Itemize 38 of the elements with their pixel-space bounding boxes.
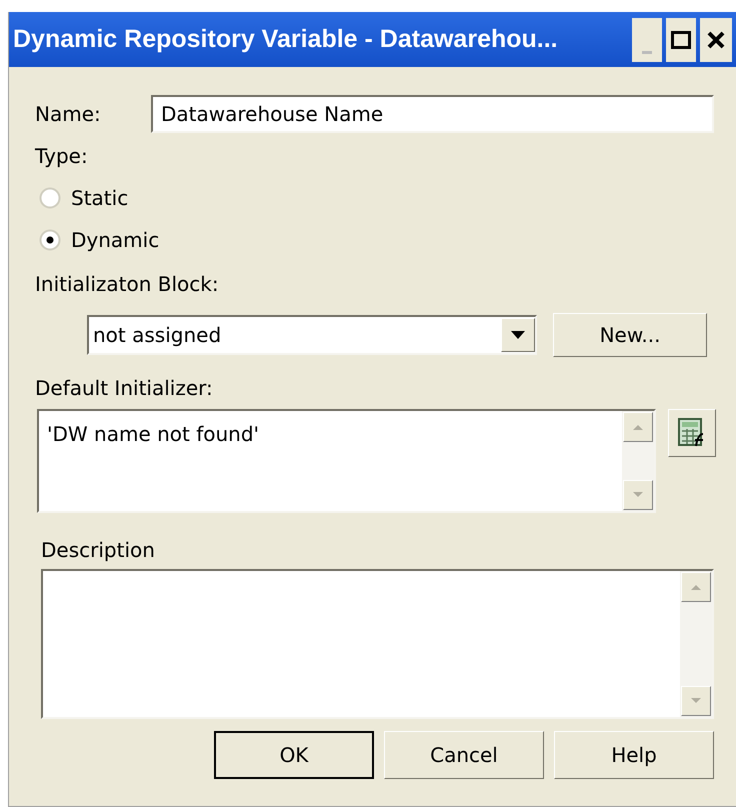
dropdown-arrow-button[interactable] xyxy=(501,318,535,352)
name-label: Name: xyxy=(34,101,102,128)
type-label: Type: xyxy=(34,143,88,170)
dialog-button[interactable]: Cancel xyxy=(384,731,544,779)
description-label: Description xyxy=(40,537,155,564)
dialog-button[interactable]: OK xyxy=(214,731,374,779)
scroll-down-button[interactable] xyxy=(623,480,653,510)
field-text: 'DW name not found' xyxy=(47,422,260,446)
scroll-down-button[interactable] xyxy=(681,686,711,716)
calculator-icon xyxy=(678,418,706,448)
vertical-scrollbar[interactable] xyxy=(622,411,654,511)
scroll-up-button[interactable] xyxy=(681,572,711,602)
close-icon xyxy=(707,30,725,48)
vertical-scrollbar[interactable] xyxy=(680,571,712,717)
minimize-icon xyxy=(642,50,652,54)
scroll-up-button[interactable] xyxy=(623,412,653,442)
dialog-button[interactable]: Help xyxy=(554,731,714,779)
radio-option[interactable]: Static xyxy=(27,183,128,213)
default-initializer-label: Default Initializer: xyxy=(34,375,213,402)
caret-icon xyxy=(511,331,525,339)
dropdown[interactable]: not assigned xyxy=(87,315,537,355)
down-arrow-icon xyxy=(690,697,702,705)
up-arrow-icon xyxy=(632,423,644,431)
down-arrow-icon xyxy=(632,491,644,499)
formula-button[interactable] xyxy=(668,409,716,457)
field-text: Datawarehouse Name xyxy=(161,101,384,128)
new-button[interactable]: New... xyxy=(553,313,707,357)
maximize-button[interactable] xyxy=(666,18,696,62)
maximize-icon xyxy=(671,30,691,48)
description-field[interactable] xyxy=(41,569,714,719)
dropdown-value: not assigned xyxy=(92,322,222,349)
name-field[interactable]: Datawarehouse Name xyxy=(151,95,714,133)
default-initializer-field[interactable]: 'DW name not found' xyxy=(37,409,656,513)
close-button[interactable] xyxy=(700,18,732,62)
initialization-block-label: Initializaton Block: xyxy=(34,271,219,298)
window-title: Dynamic Repository Variable - Datawarehou... xyxy=(13,24,559,55)
radio-option[interactable]: Dynamic xyxy=(27,225,160,255)
up-arrow-icon xyxy=(690,583,702,591)
